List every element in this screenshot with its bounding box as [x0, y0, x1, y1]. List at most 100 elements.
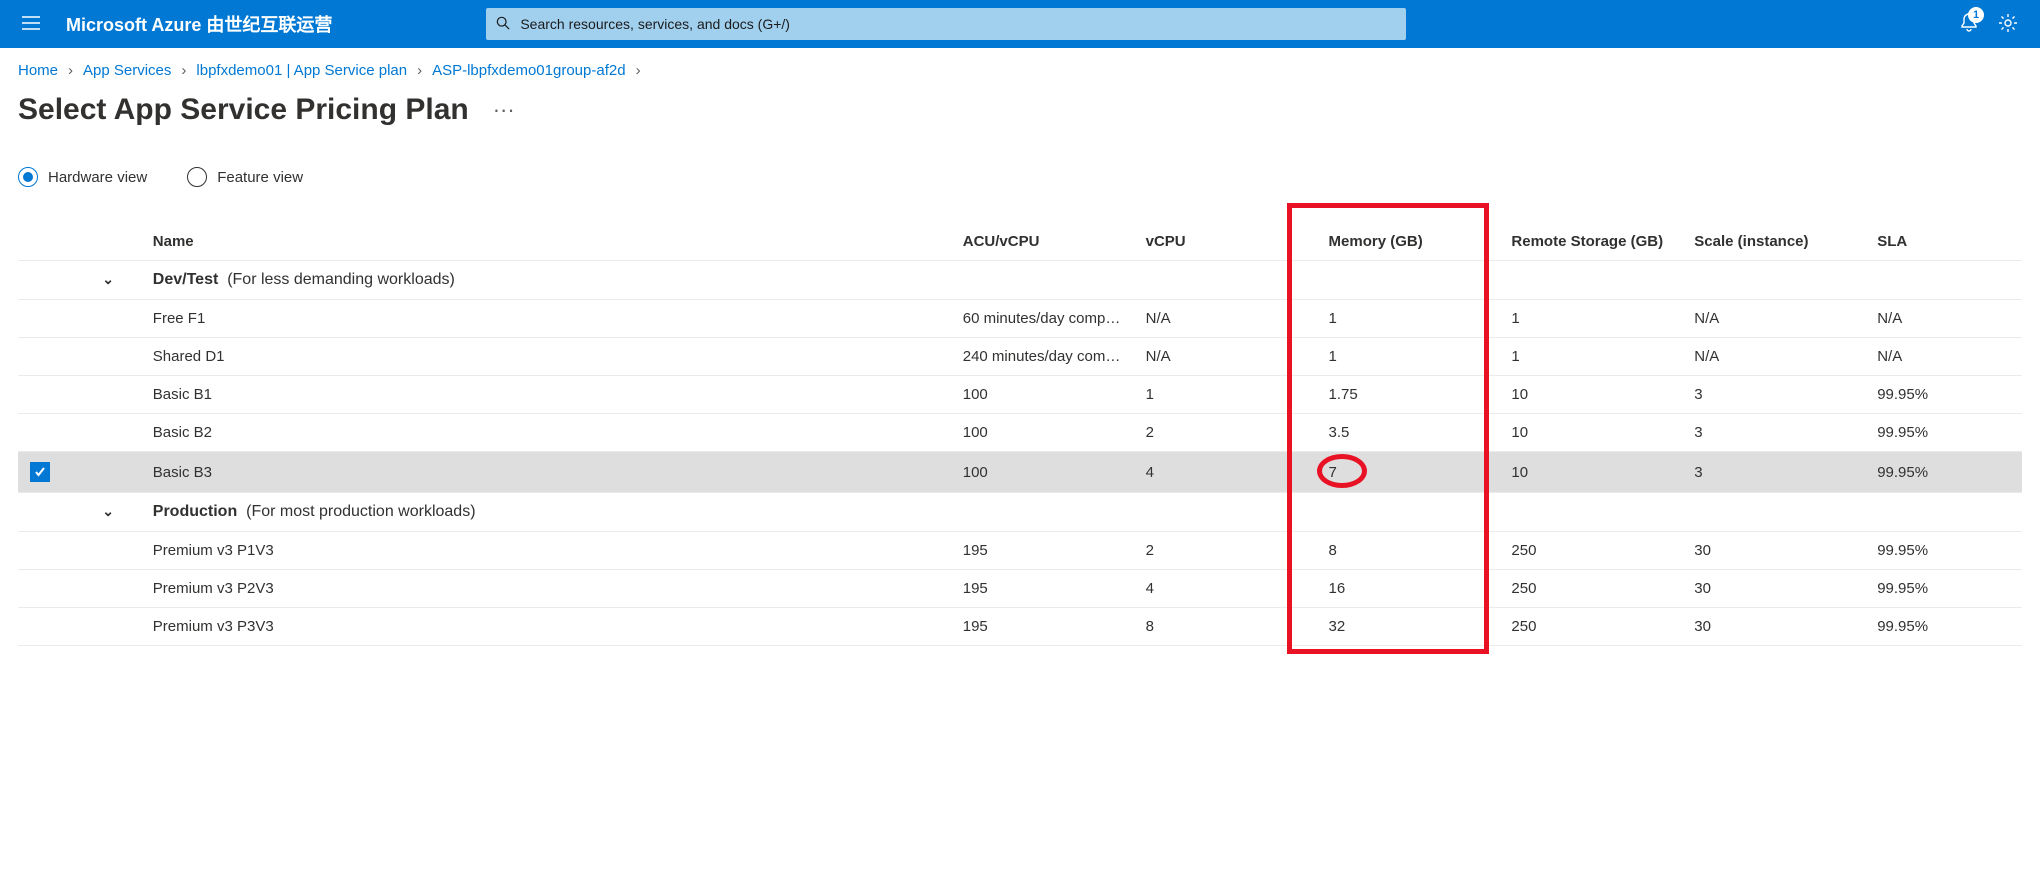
cell-memory: 8 [1317, 532, 1500, 570]
cell-name: Free F1 [141, 300, 951, 338]
breadcrumb-plan[interactable]: ASP-lbpfxdemo01group-af2d [432, 62, 625, 79]
cell-vcpu: 2 [1134, 414, 1317, 452]
breadcrumb-resource[interactable]: lbpfxdemo01 | App Service plan [196, 62, 407, 79]
radio-checked-icon [18, 167, 38, 187]
cell-memory: 1 [1317, 338, 1500, 376]
col-expand [75, 223, 140, 261]
cell-scale: 30 [1682, 570, 1865, 608]
search-input[interactable] [520, 16, 1396, 32]
cell-scale: 3 [1682, 376, 1865, 414]
table-row[interactable]: Basic B31004710399.95% [18, 452, 2022, 493]
search-bar[interactable] [486, 8, 1406, 40]
cell-vcpu: N/A [1134, 300, 1317, 338]
chevron-down-icon: ⌄ [102, 271, 114, 288]
pricing-table: Name ACU/vCPU vCPU Memory (GB) Remote St… [18, 223, 2022, 646]
cell-remote: 10 [1499, 376, 1682, 414]
table-row[interactable]: Basic B210023.510399.95% [18, 414, 2022, 452]
col-acu[interactable]: ACU/vCPU [951, 223, 1134, 261]
cell-name: Basic B1 [141, 376, 951, 414]
hamburger-menu[interactable] [12, 13, 50, 36]
table-row[interactable]: Premium v3 P2V31954162503099.95% [18, 570, 2022, 608]
cell-remote: 10 [1499, 414, 1682, 452]
group-label: Production [153, 503, 237, 520]
table-row[interactable]: Free F160 minutes/day computeN/A11N/AN/A [18, 300, 2022, 338]
topbar: Microsoft Azure 由世纪互联运营 1 [0, 0, 2040, 48]
cell-vcpu: 4 [1134, 570, 1317, 608]
cell-remote: 250 [1499, 532, 1682, 570]
cell-scale: N/A [1682, 338, 1865, 376]
cell-acu: 195 [951, 570, 1134, 608]
cell-memory: 7 [1317, 452, 1500, 493]
checkbox-checked[interactable] [30, 462, 50, 482]
notifications-button[interactable]: 1 [1960, 13, 1978, 36]
cell-sla: 99.95% [1865, 452, 2022, 493]
cell-memory: 3.5 [1317, 414, 1500, 452]
cell-acu: 100 [951, 414, 1134, 452]
chevron-right-icon: › [68, 62, 73, 79]
group-desc: (For less demanding workloads) [227, 271, 455, 288]
breadcrumb-app-services[interactable]: App Services [83, 62, 171, 79]
group-row[interactable]: ⌄ Production (For most production worklo… [18, 493, 2022, 532]
cell-scale: 30 [1682, 608, 1865, 646]
cell-memory: 16 [1317, 570, 1500, 608]
cell-scale: 30 [1682, 532, 1865, 570]
cell-acu: 100 [951, 452, 1134, 493]
col-sla[interactable]: SLA [1865, 223, 2022, 261]
table-row[interactable]: Premium v3 P3V31958322503099.95% [18, 608, 2022, 646]
gear-icon [1998, 13, 2018, 33]
col-memory[interactable]: Memory (GB) [1317, 223, 1500, 261]
cell-remote: 10 [1499, 452, 1682, 493]
cell-remote: 1 [1499, 338, 1682, 376]
cell-remote: 250 [1499, 608, 1682, 646]
brand[interactable]: Microsoft Azure 由世纪互联运营 [50, 11, 356, 37]
cell-memory: 32 [1317, 608, 1500, 646]
table-row[interactable]: Premium v3 P1V3195282503099.95% [18, 532, 2022, 570]
page-title-row: Select App Service Pricing Plan ··· [18, 93, 2022, 127]
cell-name: Premium v3 P1V3 [141, 532, 951, 570]
cell-name: Basic B3 [141, 452, 951, 493]
cell-vcpu: N/A [1134, 338, 1317, 376]
cell-acu: 240 minutes/day compute [951, 338, 1134, 376]
chevron-down-icon: ⌄ [102, 503, 114, 520]
cell-vcpu: 2 [1134, 532, 1317, 570]
group-label: Dev/Test [153, 271, 219, 288]
group-row[interactable]: ⌄ Dev/Test (For less demanding workloads… [18, 261, 2022, 300]
cell-acu: 195 [951, 532, 1134, 570]
cell-vcpu: 8 [1134, 608, 1317, 646]
chevron-right-icon: › [181, 62, 186, 79]
radio-unchecked-icon [187, 167, 207, 187]
col-vcpu[interactable]: vCPU [1134, 223, 1317, 261]
cell-sla: 99.95% [1865, 532, 2022, 570]
col-scale[interactable]: Scale (instance) [1682, 223, 1865, 261]
chevron-right-icon: › [636, 62, 641, 79]
cell-remote: 250 [1499, 570, 1682, 608]
cell-sla: 99.95% [1865, 414, 2022, 452]
cell-scale: 3 [1682, 414, 1865, 452]
page-title: Select App Service Pricing Plan [18, 93, 469, 127]
cell-scale: N/A [1682, 300, 1865, 338]
group-desc: (For most production workloads) [246, 503, 475, 520]
table-row[interactable]: Shared D1240 minutes/day computeN/A11N/A… [18, 338, 2022, 376]
cell-sla: N/A [1865, 338, 2022, 376]
table-row[interactable]: Basic B110011.7510399.95% [18, 376, 2022, 414]
cell-sla: 99.95% [1865, 608, 2022, 646]
cell-name: Basic B2 [141, 414, 951, 452]
more-actions-button[interactable]: ··· [493, 97, 515, 123]
breadcrumb-home[interactable]: Home [18, 62, 58, 79]
feature-view-radio[interactable]: Feature view [187, 167, 303, 187]
hardware-view-label: Hardware view [48, 169, 147, 186]
chevron-right-icon: › [417, 62, 422, 79]
cell-acu: 100 [951, 376, 1134, 414]
settings-button[interactable] [1998, 13, 2018, 36]
pricing-table-wrap: Name ACU/vCPU vCPU Memory (GB) Remote St… [18, 223, 2022, 646]
cell-remote: 1 [1499, 300, 1682, 338]
col-name[interactable]: Name [141, 223, 951, 261]
col-checkbox [18, 223, 75, 261]
hamburger-icon [22, 16, 40, 30]
hardware-view-radio[interactable]: Hardware view [18, 167, 147, 187]
cell-vcpu: 4 [1134, 452, 1317, 493]
cell-name: Premium v3 P3V3 [141, 608, 951, 646]
search-icon [496, 16, 510, 33]
col-remote[interactable]: Remote Storage (GB) [1499, 223, 1682, 261]
cell-memory: 1 [1317, 300, 1500, 338]
